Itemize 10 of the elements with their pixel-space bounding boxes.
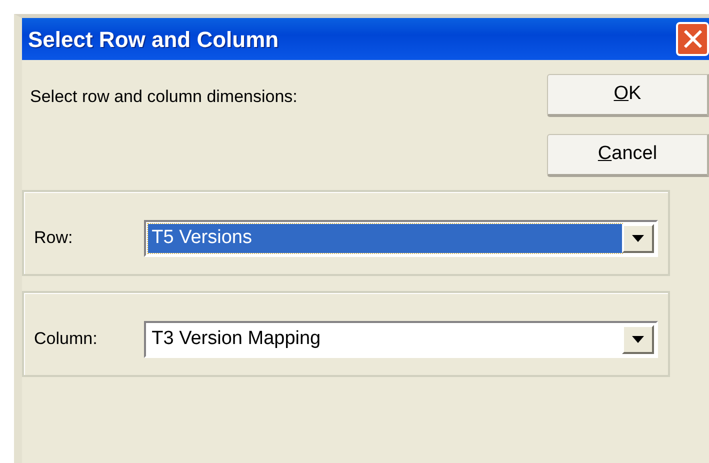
field-label: Row: <box>34 227 74 250</box>
dropdown-value: T5 Versions <box>148 224 622 252</box>
window-title: Select Row and Column <box>27 26 279 54</box>
field-label: Column: <box>34 328 98 350</box>
instruction-text: Select row and column dimensions: <box>29 86 298 108</box>
ok-button[interactable]: OK <box>547 74 709 117</box>
dropdown-field[interactable]: T5 Versions <box>144 220 658 256</box>
dropdown-value: T3 Version Mapping <box>150 326 322 351</box>
dropdown-field[interactable]: T3 Version Mapping <box>144 320 658 358</box>
cancel-button[interactable]: Cancel <box>547 134 709 177</box>
